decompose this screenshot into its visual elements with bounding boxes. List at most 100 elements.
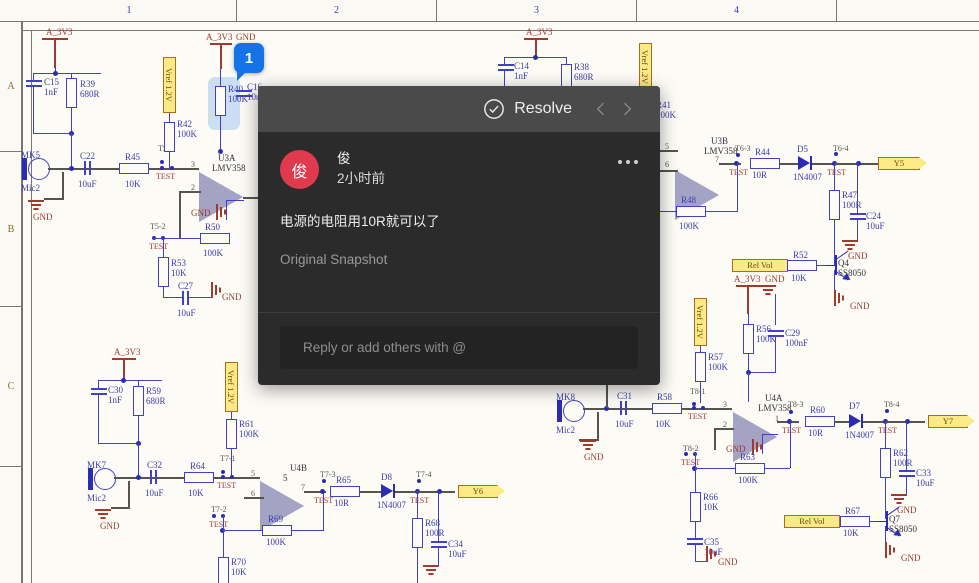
chevron-left-icon[interactable]	[588, 96, 614, 122]
cap-ref-c22: C22	[80, 151, 96, 161]
power-label-a3v3-1: A_3V3	[46, 27, 73, 37]
mic-ref-mk5: MK5	[21, 150, 41, 160]
gnd-label-3: GND	[222, 292, 242, 302]
transistor-ref-q4: Q4	[838, 258, 849, 268]
cap-val-c31: 10uF	[615, 419, 634, 429]
comment-popup-footer: Reply or add others with @	[258, 312, 660, 385]
testpoint-label-t7-2: TEST	[209, 520, 229, 529]
power-label-a3v3-4: A_3V3	[734, 274, 761, 284]
cap-ref-c30: C30	[108, 385, 124, 395]
net-label-y7[interactable]: Y7	[928, 415, 976, 428]
net-label-vref-2[interactable]: Vref 1.2V	[639, 43, 652, 91]
chevron-right-icon[interactable]	[614, 96, 640, 122]
pin-u4b-5: 5	[251, 469, 255, 478]
ruler-col-4: 4	[637, 0, 837, 22]
net-label-rel-vol-1[interactable]: Rel Vol	[732, 259, 788, 272]
res-val-r70: 10K	[231, 567, 247, 577]
opamp-ref-u3a: U3A	[218, 153, 236, 163]
net-label-rel-vol-2[interactable]: Rel Vol	[784, 515, 840, 528]
res-val-r53: 10K	[171, 268, 187, 278]
gnd-label-6: GND	[584, 452, 604, 462]
cap-ref-c32: C32	[147, 460, 163, 470]
cap-val-c33: 10uF	[916, 478, 935, 488]
res-ref-r48: R48	[681, 195, 697, 205]
res-val-r58: 10K	[655, 419, 671, 429]
ruler-col-2: 2	[237, 0, 437, 22]
res-val-r47: 100R	[842, 200, 862, 210]
diode-part-d8: 1N4007	[377, 500, 406, 510]
res-ref-r67: R67	[845, 506, 861, 516]
mic-part-mk8: Mic2	[556, 425, 575, 435]
testpoint-label-t6-4: TEST	[827, 168, 847, 177]
net-label-vref-4[interactable]: Vref 1.2V	[225, 362, 238, 412]
original-snapshot-link[interactable]: Original Snapshot	[280, 252, 638, 267]
gnd-label-10: GND	[718, 557, 738, 567]
cap-val-c14: 1nF	[514, 71, 529, 81]
res-ref-r39: R39	[80, 79, 96, 89]
comment-popup[interactable]: Resolve 俊 俊 2小时前 电源的电阻用10R就可以了 Original …	[258, 86, 660, 385]
net-label-vref-3[interactable]: Vref 1.2V	[694, 298, 707, 346]
pin-u4a-3: 3	[723, 400, 727, 409]
cap-ref-c14: C14	[514, 61, 530, 71]
testpoint-ref-t7-1: T7-1	[220, 454, 236, 463]
cap-val-c32: 10uF	[145, 488, 164, 498]
mic-ref-mk7: MK7	[87, 460, 107, 470]
net-label-vref-1[interactable]: Vref 1.2V	[163, 57, 176, 113]
res-ref-r61: R61	[239, 419, 255, 429]
res-ref-r56: R56	[756, 324, 772, 334]
res-val-r62: 100R	[893, 458, 913, 468]
power-label-a3v3-3: A_3V3	[526, 27, 553, 37]
power-label-gnd-top: GND	[236, 32, 256, 42]
ruler-row-c: C	[0, 307, 22, 467]
testpoint-ref-t5-2: T5-2	[150, 222, 166, 231]
res-ref-r40: R40	[228, 84, 244, 94]
res-ref-r45: R45	[125, 152, 141, 162]
testpoint-label-t5-2: TEST	[149, 242, 169, 251]
pin-u3a-3: 3	[191, 160, 195, 169]
cap-val-c15: 1nF	[44, 87, 59, 97]
check-circle-icon[interactable]	[483, 98, 505, 120]
cap-ref-c31: C31	[617, 391, 633, 401]
cap-ref-c34: C34	[448, 539, 464, 549]
comment-author-row: 俊 俊 2小时前	[280, 150, 638, 189]
power-label-a3v3-5: A_3V3	[114, 347, 141, 357]
mic-ref-mk8: MK8	[556, 392, 576, 402]
res-val-r61: 100K	[239, 429, 259, 439]
more-horizontal-icon[interactable]	[618, 160, 638, 164]
testpoint-label-t8-3: TEST	[782, 426, 802, 435]
res-val-r66: 10K	[703, 502, 719, 512]
resolve-button-label[interactable]: Resolve	[514, 100, 572, 118]
res-ref-r47: R47	[842, 190, 858, 200]
res-val-r69: 100K	[266, 537, 286, 547]
cap-val-c34: 10uF	[448, 549, 467, 559]
testpoint-label-t5-1: TEST	[156, 172, 176, 181]
res-ref-r53: R53	[171, 258, 187, 268]
res-val-r67: 10K	[843, 528, 859, 538]
avatar[interactable]: 俊	[280, 150, 319, 189]
gnd-label-1: GND	[33, 212, 53, 222]
opamp-part-u3b: LMV358	[704, 146, 738, 156]
comment-body-text: 电源的电阻用10R就可以了	[280, 214, 440, 229]
pin-u3b-6: 6	[665, 160, 669, 169]
res-val-r44: 10R	[752, 170, 768, 180]
cap-ref-c15: C15	[44, 77, 60, 87]
comment-popup-header: Resolve	[258, 86, 660, 132]
reply-input[interactable]: Reply or add others with @	[280, 326, 638, 369]
mic-part-mk5: Mic2	[21, 183, 40, 193]
opamp-ref-u4a: U4A	[765, 393, 783, 403]
opamp-part-u4b: 5	[283, 473, 288, 483]
schematic-editor-root: 1 2 3 4 A B C A_3V3 C15 1nF R39 680R MK5…	[0, 0, 979, 583]
comment-popup-body: 俊 俊 2小时前 电源的电阻用10R就可以了 Original Snapshot	[258, 132, 660, 312]
ruler-row-a: A	[0, 22, 22, 152]
transistor-ref-q7: Q7	[889, 514, 900, 524]
res-ref-r42: R42	[177, 119, 193, 129]
net-label-y6[interactable]: Y6	[458, 485, 506, 498]
res-ref-r57: R57	[708, 352, 724, 362]
power-label-a3v3-2: A_3V3	[206, 32, 233, 42]
net-label-y5[interactable]: Y5	[878, 157, 928, 170]
res-ref-r63: R63	[740, 452, 756, 462]
comment-pin-1[interactable]: 1	[234, 43, 264, 81]
cap-val-c22: 10uF	[78, 179, 97, 189]
res-ref-r52: R52	[793, 250, 809, 260]
res-val-r52: 10K	[791, 273, 807, 283]
